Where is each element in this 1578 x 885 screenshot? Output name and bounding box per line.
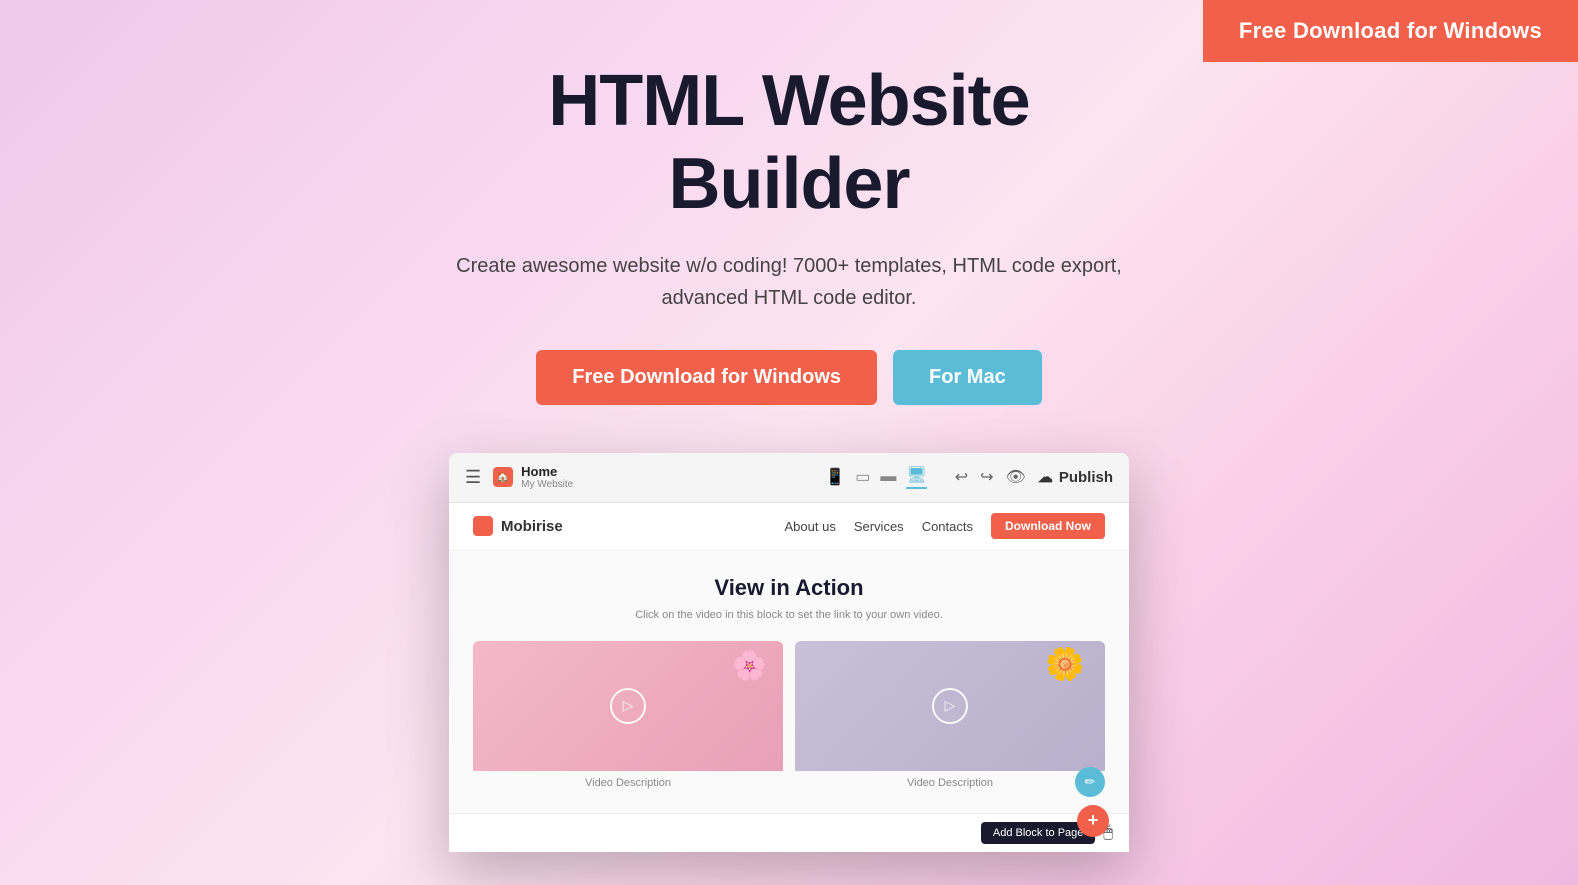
home-subtitle: My Website (521, 479, 573, 490)
inner-logo-icon (473, 516, 493, 536)
home-icon: 🏠 (493, 467, 513, 487)
toolbar-home: 🏠 Home My Website (493, 464, 573, 490)
app-window: ☰ 🏠 Home My Website 📱 ▭ ▬ 🖥 ↩ ↪ 👁 (449, 453, 1129, 852)
desktop-icon[interactable]: 🖥 (906, 465, 926, 489)
play-button-1[interactable]: ▷ (610, 688, 646, 724)
home-title: Home (521, 464, 573, 479)
undo-icon[interactable]: ↩ (955, 467, 968, 487)
laptop-icon[interactable]: ▬ (880, 468, 896, 486)
redo-icon[interactable]: ↪ (980, 467, 993, 487)
device-selector: 📱 ▭ ▬ 🖥 (825, 465, 926, 489)
nav-services[interactable]: Services (854, 519, 904, 534)
inner-logo-text: Mobirise (501, 518, 563, 535)
toolbar-actions: ↩ ↪ 👁 ☁ Publish (955, 467, 1113, 487)
inner-cta-button[interactable]: Download Now (991, 513, 1105, 539)
publish-label: Publish (1059, 469, 1113, 486)
publish-icon: ☁ (1038, 468, 1053, 486)
nav-about[interactable]: About us (785, 519, 836, 534)
nav-contacts[interactable]: Contacts (922, 519, 973, 534)
video-grid: ▷ 🌸 Video Description ▷ 🌼 Video Descript… (473, 641, 1105, 789)
hero-buttons: Free Download for Windows For Mac (536, 350, 1041, 405)
video-thumbnail-1: ▷ 🌸 (473, 641, 783, 771)
hero-title: HTML Website Builder (548, 60, 1029, 226)
video-desc-1: Video Description (473, 771, 783, 789)
hero-section: HTML Website Builder Create awesome webs… (0, 0, 1578, 852)
inner-logo: Mobirise (473, 516, 563, 536)
add-block-bar: Add Block to Page 🖱 (449, 813, 1129, 852)
preview-icon[interactable]: 👁 (1006, 467, 1026, 487)
inner-nav-links: About us Services Contacts Download Now (785, 513, 1106, 539)
tablet-icon[interactable]: ▭ (855, 467, 870, 487)
play-button-2[interactable]: ▷ (932, 688, 968, 724)
top-download-button[interactable]: Free Download for Windows (1203, 0, 1578, 62)
app-toolbar: ☰ 🏠 Home My Website 📱 ▭ ▬ 🖥 ↩ ↪ 👁 (449, 453, 1129, 503)
toolbar-home-text: Home My Website (521, 464, 573, 490)
publish-button[interactable]: ☁ Publish (1038, 468, 1113, 486)
inner-content: View in Action Click on the video in thi… (449, 551, 1129, 813)
video-desc-2: Video Description (795, 771, 1105, 789)
inner-nav: Mobirise About us Services Contacts Down… (449, 503, 1129, 551)
mobile-icon[interactable]: 📱 (825, 467, 845, 487)
download-windows-button[interactable]: Free Download for Windows (536, 350, 877, 405)
content-heading: View in Action (473, 575, 1105, 601)
video-card-2[interactable]: ▷ 🌼 Video Description (795, 641, 1105, 789)
flower-decoration-2: 🌼 (1045, 645, 1085, 683)
video-thumbnail-2: ▷ 🌼 (795, 641, 1105, 771)
download-mac-button[interactable]: For Mac (893, 350, 1042, 405)
hero-subtitle: Create awesome website w/o coding! 7000+… (449, 250, 1129, 314)
video-card-1[interactable]: ▷ 🌸 Video Description (473, 641, 783, 789)
flower-decoration-1: 🌸 (732, 649, 767, 682)
content-subtext: Click on the video in this block to set … (473, 609, 1105, 621)
menu-icon[interactable]: ☰ (465, 467, 481, 488)
edit-fab-button[interactable]: ✏ (1075, 767, 1105, 797)
add-fab-button[interactable]: + (1077, 805, 1109, 837)
